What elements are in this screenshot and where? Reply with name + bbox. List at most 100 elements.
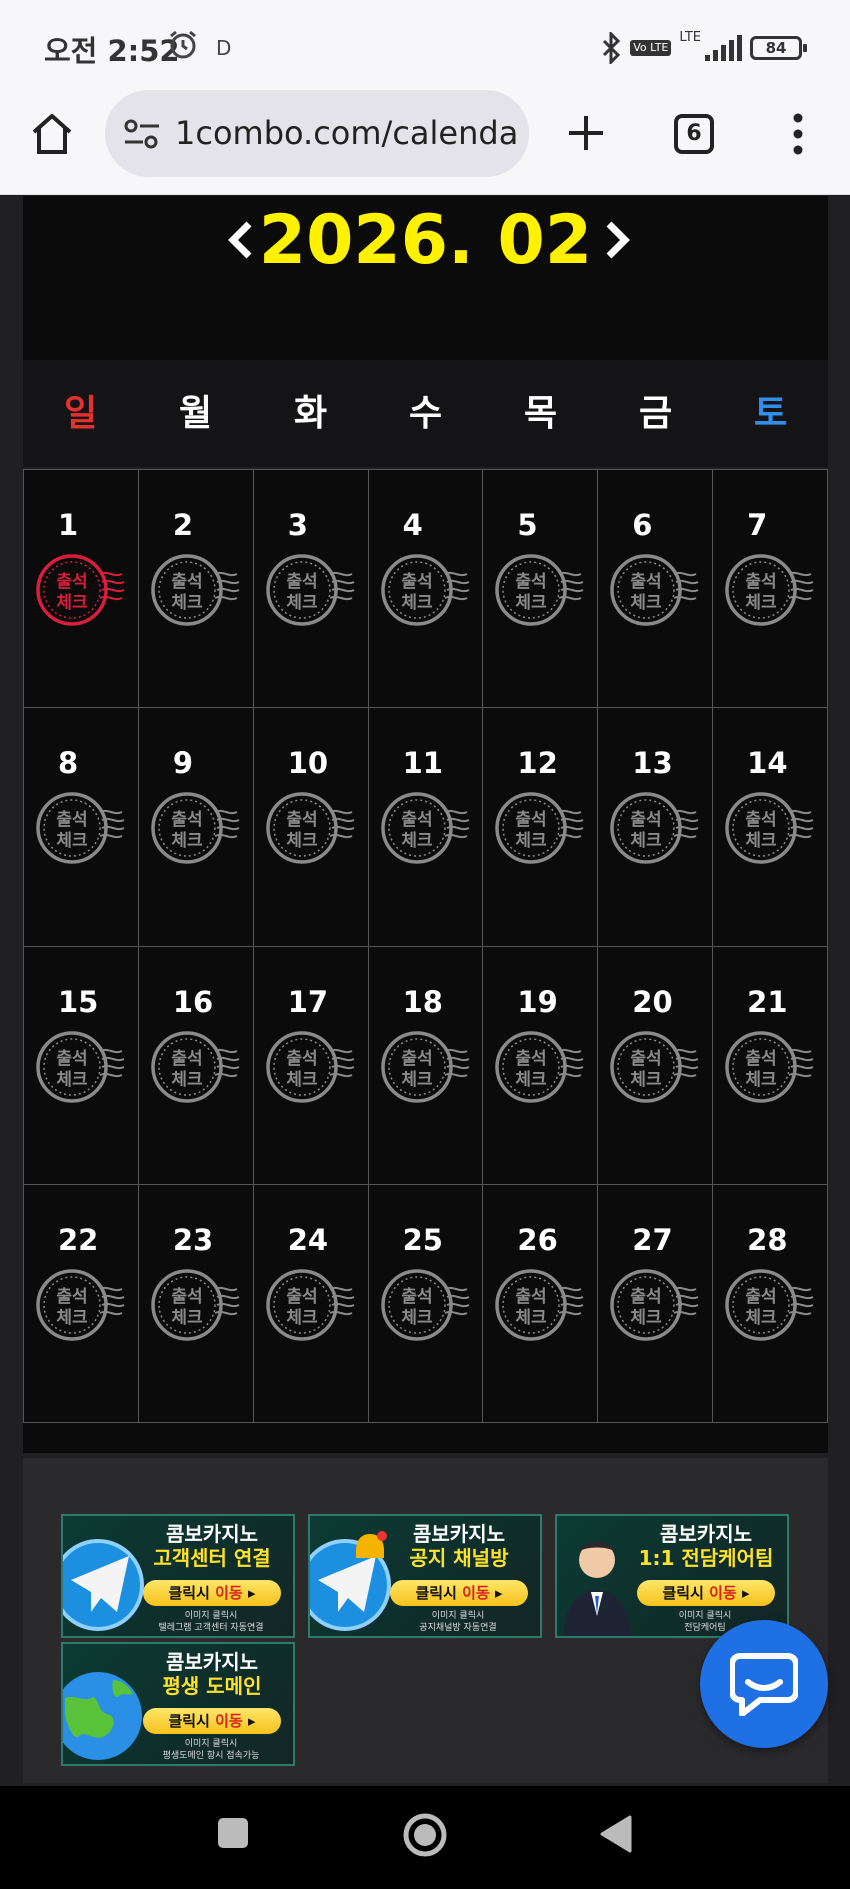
banner-permanent-domain[interactable]: 콤보카지노 평생 도메인 클릭시 이동 ▸ 이미지 클릭시 평생도메인 항시 접속가…	[61, 1642, 295, 1766]
volte-badge: Vo LTE	[630, 40, 672, 56]
banner-title: 콤보카지노	[660, 1522, 752, 1546]
day-number: 27	[632, 1222, 673, 1257]
calendar-day-cell[interactable]: 6 출석 체크	[598, 470, 714, 709]
stamp-text: 출석	[401, 1049, 432, 1069]
back-icon[interactable]	[598, 1814, 634, 1854]
new-tab-icon[interactable]	[563, 110, 609, 156]
stamp-text: 출석	[56, 572, 87, 592]
stamp-text: 출석	[171, 1287, 202, 1307]
calendar-day-cell[interactable]: 15 출석 체크	[24, 946, 139, 1185]
banner-care-team[interactable]: 콤보카지노 1:1 전담케어팀 클릭시 이동 ▸ 이미지 클릭시 전담케어팀	[555, 1514, 789, 1638]
stamp-text: 체크	[286, 1070, 318, 1090]
stamp-text: 출석	[746, 1287, 777, 1307]
day-number: 7	[747, 508, 768, 542]
calendar-day-cell[interactable]: 19 출석 체크	[483, 946, 599, 1185]
banner-title: 콤보카지노	[413, 1522, 505, 1546]
banner-customer-center[interactable]: 콤보카지노 고객센터 연결 클릭시 이동 ▸ 이미지 클릭시 텔레그램 고객센터 자…	[61, 1514, 295, 1638]
banner-button[interactable]: 클릭시 이동 ▸	[390, 1580, 528, 1606]
calendar-day-cell[interactable]: 5 출석 체크	[483, 470, 599, 709]
day-number: 23	[172, 1222, 214, 1257]
day-number: 14	[747, 746, 788, 781]
stamp-text: 체크	[401, 1070, 433, 1090]
status-bar: 오전 2:52 D Vo LTE LTE 84	[0, 0, 850, 90]
chat-button[interactable]	[700, 1620, 828, 1748]
banner-button-action: 이동	[215, 1584, 243, 1602]
home-nav-icon[interactable]	[402, 1812, 448, 1858]
attendance-stamp-icon: 출석체크	[495, 1030, 584, 1103]
home-icon[interactable]	[28, 110, 76, 158]
weekday-sun: 일	[63, 393, 98, 434]
calendar-day-cell[interactable]: 22 출석 체크	[24, 1184, 139, 1423]
calendar-day-cell[interactable]: 17 출석 체크	[253, 946, 369, 1185]
attendance-stamp-icon: 출석체크	[265, 554, 355, 626]
stamp-text: 출석	[171, 1049, 202, 1069]
day-number: 17	[287, 984, 329, 1019]
weekday-wed: 수	[408, 393, 443, 434]
calendar-day-cell[interactable]: 20 출석 체크	[598, 946, 714, 1185]
banner-button[interactable]: 클릭시 이동 ▸	[143, 1580, 281, 1606]
calendar-day-cell[interactable]: 4 출석 체크	[368, 470, 484, 709]
banner-caption-detail: 텔레그램 고객센터 자동연결	[158, 1623, 264, 1633]
banner-title: 콤보카지노	[166, 1650, 258, 1674]
calendar-day-cell[interactable]: 11 출석 체크	[368, 708, 484, 947]
calendar-day-cell[interactable]: 27 출석 체크	[598, 1184, 714, 1423]
notification-indicator: D	[216, 36, 232, 60]
tab-switcher-button[interactable]: 6	[674, 114, 714, 154]
day-number: 26	[517, 1222, 558, 1257]
stamp-text: 출석	[171, 810, 202, 830]
stamp-text: 출석	[516, 1287, 547, 1307]
calendar-day-cell[interactable]: 12 출석 체크	[483, 708, 599, 947]
banner-notice-channel[interactable]: 콤보카지노 공지 채널방 클릭시 이동 ▸ 이미지 클릭시 공지채널방 자동연결	[308, 1514, 542, 1638]
stamp-text: 출석	[746, 1049, 777, 1069]
banner-button[interactable]: 클릭시 이동 ▸	[637, 1580, 775, 1606]
day-number: 21	[747, 984, 788, 1019]
calendar-day-cell[interactable]: 10 출석 체크	[253, 708, 369, 947]
banner-caption: 이미지 클릭시	[678, 1611, 732, 1621]
attendance-stamp-icon: 출석체크	[610, 1030, 699, 1103]
banner-button-label: 클릭시	[168, 1712, 216, 1730]
calendar-day-cell[interactable]: 25 출석 체크	[368, 1184, 484, 1423]
calendar-day-cell[interactable]: 18 출석 체크	[368, 946, 484, 1185]
calendar-footer	[23, 1423, 828, 1453]
calendar-day-cell[interactable]: 7 출석 체크	[713, 470, 828, 709]
site-settings-icon[interactable]	[123, 118, 161, 150]
calendar-grid: 1 출석 체크 2 출석 체크 3 출석 체크 4 출석 체크 5 출석 체크 6 출석 체크 7 출석 체크 8 출석 체크…	[23, 469, 828, 1423]
recents-icon[interactable]	[216, 1816, 250, 1850]
banner-caption-detail: 평생도메인 항시 접속가능	[162, 1751, 260, 1761]
month-title: 2026. 02	[258, 201, 593, 280]
weekday-sat: 토	[753, 393, 788, 434]
calendar-day-cell[interactable]: 28 출석 체크	[713, 1184, 828, 1423]
day-number: 16	[172, 984, 214, 1019]
attendance-stamp-icon: 출석체크	[380, 1030, 470, 1103]
stamp-text: 출석	[56, 810, 87, 830]
day-number: 2	[172, 508, 194, 542]
banner-button[interactable]: 클릭시 이동 ▸	[143, 1708, 281, 1734]
calendar-day-cell[interactable]: 2 출석 체크	[138, 470, 254, 709]
stamp-text: 체크	[746, 1308, 778, 1328]
more-menu-icon[interactable]	[790, 112, 806, 156]
calendar-day-cell[interactable]: 24 출석 체크	[253, 1184, 369, 1423]
stamp-text: 체크	[631, 831, 663, 851]
stamp-text: 체크	[631, 593, 663, 613]
calendar-day-cell[interactable]: 16 출석 체크	[138, 946, 254, 1185]
stamp-text: 출석	[631, 572, 662, 592]
browser-toolbar: 1combo.com/calenda 6	[0, 90, 850, 195]
stamp-text: 출석	[746, 810, 777, 830]
day-number: 20	[632, 984, 673, 1019]
banner-button-action: 이동	[462, 1584, 490, 1602]
stamp-text: 체크	[516, 1308, 548, 1328]
next-month-icon[interactable]	[597, 218, 637, 262]
calendar-day-cell[interactable]: 3 출석 체크	[253, 470, 369, 709]
calendar-day-cell[interactable]: 13 출석 체크	[598, 708, 714, 947]
url-text[interactable]: 1combo.com/calenda	[175, 114, 520, 152]
calendar-day-cell[interactable]: 8 출석 체크	[24, 708, 139, 947]
banner-caption: 이미지 클릭시	[431, 1611, 485, 1621]
calendar-day-cell[interactable]: 21 출석 체크	[713, 946, 828, 1185]
attendance-stamp-icon: 출석체크	[725, 1269, 814, 1341]
calendar-day-cell[interactable]: 23 출석 체크	[138, 1184, 254, 1423]
address-bar[interactable]: 1combo.com/calenda	[105, 90, 529, 177]
calendar-day-cell[interactable]: 26 출석 체크	[483, 1184, 599, 1423]
calendar-day-cell[interactable]: 9 출석 체크	[138, 708, 254, 947]
calendar-day-cell[interactable]: 1 출석 체크	[24, 470, 139, 709]
calendar-day-cell[interactable]: 14 출석 체크	[713, 708, 828, 947]
